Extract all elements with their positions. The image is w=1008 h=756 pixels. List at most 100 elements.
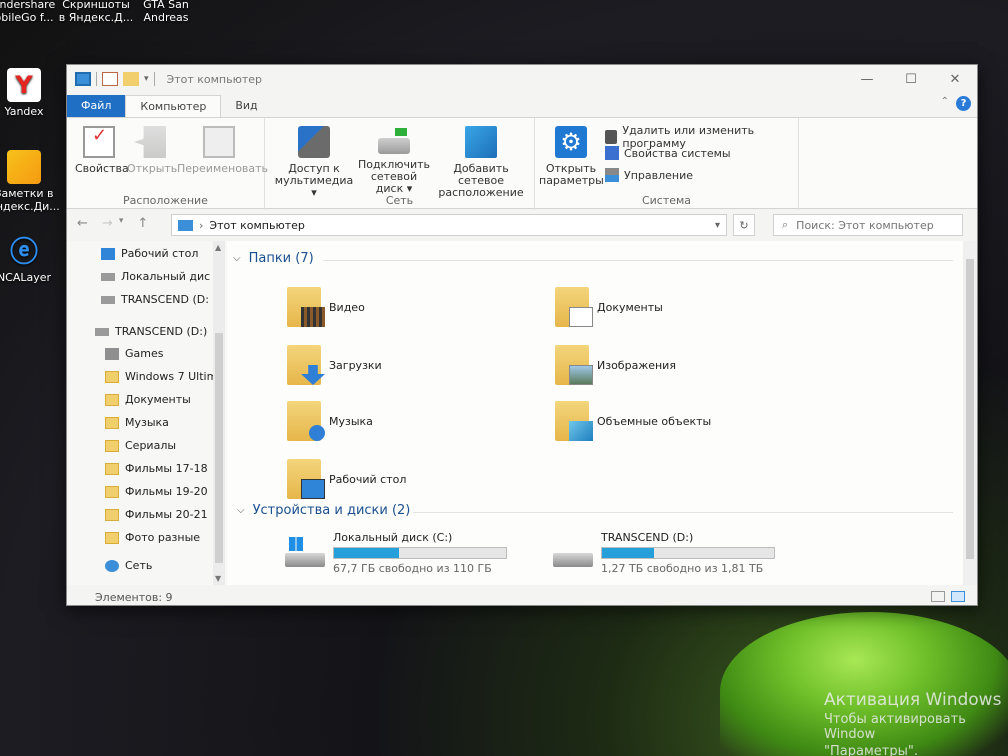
desktop-icon-yandex[interactable]: Y Yandex <box>0 68 64 118</box>
folders-section-header[interactable]: ⌵ Папки (7) <box>233 251 314 266</box>
section-title: Устройства и диски (2) <box>252 503 411 518</box>
folder-pictures[interactable]: Изображения <box>555 345 676 385</box>
search-input[interactable] <box>796 218 947 232</box>
nav-item-folder[interactable]: Фильмы 20-21 <box>105 508 208 521</box>
folder-music[interactable]: Музыка <box>287 401 373 441</box>
nav-item-label: Локальный дис <box>121 270 211 283</box>
close-button[interactable]: ✕ <box>933 65 977 93</box>
divider <box>413 512 953 513</box>
add-network-location-button[interactable]: Добавить сетевое расположение <box>431 126 531 199</box>
nav-item-label: Сериалы <box>125 439 177 452</box>
back-arrow-icon[interactable]: ← <box>77 216 88 231</box>
nav-item-label: Рабочий стол <box>121 247 199 260</box>
section-title: Папки (7) <box>248 251 314 266</box>
tab-view[interactable]: Вид <box>221 95 271 117</box>
qat-dropdown-icon[interactable]: ▾ <box>144 74 149 84</box>
media-access-button[interactable]: Доступ к мультимедиа ▾ <box>271 126 357 199</box>
folder-desktop[interactable]: Рабочий стол <box>287 459 406 499</box>
properties-button[interactable]: Свойства <box>75 126 129 175</box>
scroll-up-icon[interactable]: ▲ <box>215 243 221 252</box>
scroll-thumb[interactable] <box>215 333 223 563</box>
nav-item-transcend[interactable]: TRANSCEND (D: <box>101 293 209 306</box>
nav-item-transcend-root[interactable]: TRANSCEND (D:) <box>95 325 207 338</box>
nav-item-network[interactable]: Сеть <box>105 559 152 572</box>
activation-line: "Параметры". <box>824 744 918 756</box>
drive-d[interactable]: TRANSCEND (D:) 1,27 ТБ свободно из 1,81 … <box>553 531 775 575</box>
folder-icon <box>105 393 119 406</box>
uninstall-icon <box>605 130 618 144</box>
scroll-down-icon[interactable]: ▼ <box>215 574 221 583</box>
nav-item-folder[interactable]: Фильмы 17-18 <box>105 462 208 475</box>
folder-label: Объемные объекты <box>597 414 712 428</box>
folder-3d-objects[interactable]: Объемные объекты <box>555 401 711 441</box>
folder-video[interactable]: Видео <box>287 287 365 327</box>
media-server-icon <box>298 126 330 158</box>
search-field[interactable]: ⌕ <box>773 214 963 236</box>
tab-computer[interactable]: Компьютер <box>125 95 222 117</box>
nav-item-label: TRANSCEND (D: <box>121 293 209 306</box>
address-dropdown-icon[interactable]: ▾ <box>715 220 720 231</box>
music-folder-icon <box>287 401 325 441</box>
folder-documents[interactable]: Документы <box>555 287 663 327</box>
drive-usage-fill <box>602 548 654 558</box>
properties-label: Свойства <box>75 162 129 175</box>
nav-item-folder[interactable]: Games <box>105 347 163 360</box>
system-properties-button[interactable]: Свойства системы <box>605 146 731 160</box>
folder-icon <box>105 508 119 521</box>
maximize-button[interactable]: ☐ <box>889 65 933 93</box>
devices-section-header[interactable]: ⌵ Устройства и диски (2) <box>237 503 410 518</box>
refresh-button[interactable]: ↻ <box>733 214 755 236</box>
drive-name: Локальный диск (C:) <box>333 531 453 544</box>
desktop-icon-ncalayer[interactable]: ⓔ NCALayer <box>0 234 64 284</box>
nav-scrollbar[interactable]: ▲ ▼ <box>213 241 225 585</box>
drive-free-space: 67,7 ГБ свободно из 110 ГБ <box>333 562 492 575</box>
manage-button[interactable]: Управление <box>605 168 693 182</box>
drive-c[interactable]: Локальный диск (C:) 67,7 ГБ свободно из … <box>285 531 507 575</box>
desktop-icon-gta[interactable]: GTA San Andreas <box>126 0 206 24</box>
nav-item-folder[interactable]: Фото разные <box>105 531 200 544</box>
minimize-button[interactable]: — <box>845 65 889 93</box>
details-view-icon[interactable] <box>931 591 945 602</box>
collapse-ribbon-icon[interactable]: ⌃ <box>941 96 949 107</box>
nav-item-folder[interactable]: Музыка <box>105 416 169 429</box>
network-icon <box>105 559 119 572</box>
group-label: Расположение <box>123 194 208 207</box>
scroll-thumb[interactable] <box>966 259 974 559</box>
group-label: Система <box>641 194 692 207</box>
recent-dropdown-icon[interactable]: ▾ <box>119 216 124 231</box>
drive-usage-fill <box>334 548 400 558</box>
nav-item-local-disk[interactable]: Локальный дис <box>101 270 210 283</box>
nav-item-folder[interactable]: Документы <box>105 393 191 406</box>
nav-item-desktop[interactable]: Рабочий стол <box>101 247 198 260</box>
new-folder-qat-icon[interactable] <box>123 72 139 86</box>
properties-qat-icon[interactable] <box>102 72 118 86</box>
large-icons-view-icon[interactable] <box>951 591 965 602</box>
breadcrumb[interactable]: Этот компьютер <box>209 219 305 232</box>
rename-button[interactable]: Переименовать <box>177 126 268 175</box>
content-scrollbar[interactable] <box>963 241 977 585</box>
map-drive-button[interactable]: Подключить сетевой диск ▾ <box>357 126 431 195</box>
ribbon-group-system: ⚙ Открыть параметры Удалить или изменить… <box>535 118 799 210</box>
nav-item-folder[interactable]: Windows 7 Ultim <box>105 370 217 383</box>
games-folder-icon <box>105 347 119 360</box>
breadcrumb-chevron-icon[interactable]: › <box>199 219 203 232</box>
forward-arrow-icon[interactable]: → <box>102 216 113 231</box>
computer-icon <box>178 219 193 231</box>
help-icon[interactable]: ? <box>956 96 971 111</box>
title-bar[interactable]: ▾ Этот компьютер — ☐ ✕ <box>67 65 977 93</box>
address-bar-row: ← → ▾ ↑ › Этот компьютер ▾ ↻ ⌕ <box>67 211 977 239</box>
nav-item-label: TRANSCEND (D:) <box>115 325 208 338</box>
properties-icon <box>83 126 115 158</box>
nav-item-folder[interactable]: Сериалы <box>105 439 176 452</box>
nav-item-folder[interactable]: Фильмы 19-20 <box>105 485 208 498</box>
open-settings-button[interactable]: ⚙ Открыть параметры <box>539 126 604 187</box>
activation-line: Чтобы активировать Window <box>824 712 966 742</box>
desktop-icon-notes[interactable]: Заметки в Яндекс.Ди... <box>0 150 64 213</box>
nav-item-label: Windows 7 Ultim <box>125 370 218 383</box>
drive-icon <box>101 295 115 304</box>
tab-file[interactable]: Файл <box>67 95 126 117</box>
open-button[interactable]: Открыть <box>127 126 177 175</box>
up-arrow-icon[interactable]: ↑ <box>137 216 148 231</box>
address-field[interactable]: › Этот компьютер ▾ <box>171 214 727 236</box>
folder-downloads[interactable]: Загрузки <box>287 345 382 385</box>
